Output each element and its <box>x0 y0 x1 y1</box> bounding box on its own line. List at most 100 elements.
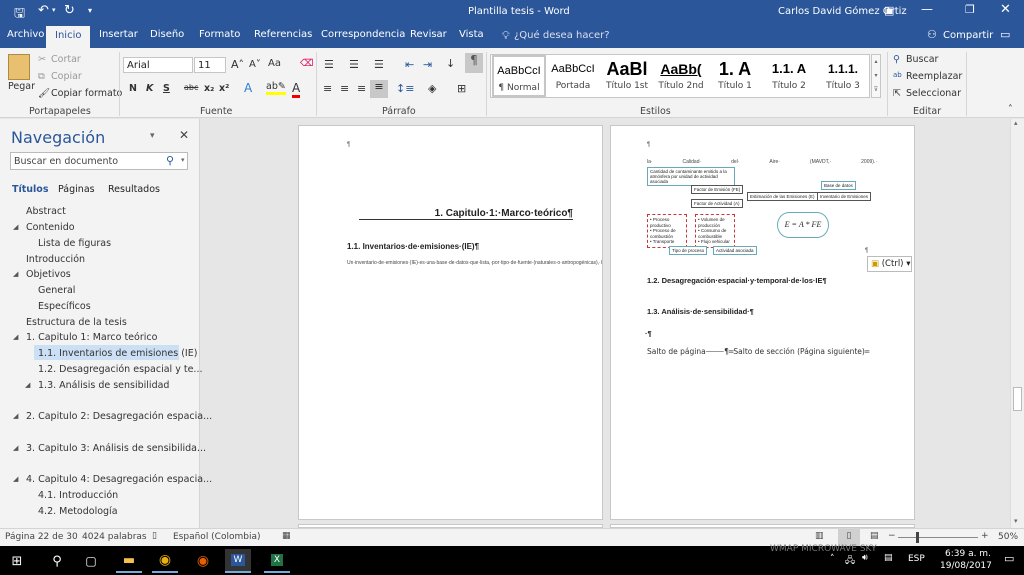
collapse-triangle-icon[interactable]: ◢ <box>13 475 18 483</box>
nav-heading[interactable]: Introducción <box>26 254 85 265</box>
web-layout-icon[interactable]: ▤ <box>870 531 879 541</box>
nav-heading[interactable]: Abstract <box>26 206 66 217</box>
zoom-out-icon[interactable]: − <box>888 531 896 541</box>
body-paragraph[interactable]: Un·inventario·de·emisiones·(IE)·es·una·b… <box>347 260 602 267</box>
nav-heading[interactable]: 3. Capitulo 3: Análisis de sensibilida..… <box>26 443 206 454</box>
nav-heading[interactable]: 1.2. Desagregación espacial y te... <box>38 364 202 375</box>
nav-heading[interactable]: Específicos <box>38 301 91 312</box>
nav-heading[interactable]: 1. Capitulo 1: Marco teórico <box>26 332 157 343</box>
task-view-icon[interactable]: ▢ <box>78 549 104 573</box>
undo-icon[interactable]: ↶ <box>38 3 49 18</box>
zoom-level[interactable]: 50% <box>998 532 1018 542</box>
tab-formato[interactable]: Formato <box>199 29 240 40</box>
align-left-icon[interactable]: ≡ <box>323 82 332 95</box>
tab-diseno[interactable]: Diseño <box>150 29 184 40</box>
bullets-icon[interactable]: ☰ <box>324 58 334 71</box>
language[interactable]: Español (Colombia) <box>173 532 261 542</box>
tab-archivo[interactable]: Archivo <box>7 29 44 40</box>
network-icon[interactable]: 🖧︎ <box>845 553 855 569</box>
vertical-scrollbar[interactable]: ▴ ▾ <box>1010 119 1024 528</box>
collapse-triangle-icon[interactable]: ◢ <box>25 381 30 389</box>
input-language[interactable]: ESP <box>908 554 925 564</box>
shading-icon[interactable]: ◈ <box>428 82 436 95</box>
paste-options-button[interactable]: ▣ (Ctrl) ▾ <box>867 256 912 272</box>
chrome-icon[interactable]: ◉ <box>152 549 178 573</box>
collapse-triangle-icon[interactable]: ◢ <box>13 412 18 420</box>
section-heading[interactable]: 1.2. Desagregación·espacial·y·temporal·d… <box>647 276 827 285</box>
numbering-icon[interactable]: ☰ <box>349 58 359 71</box>
style-normal[interactable]: AaBbCcI ¶ Normal <box>492 55 546 97</box>
clear-formatting-icon[interactable]: ⌫ <box>300 58 313 69</box>
minimize-icon[interactable]: — <box>921 2 933 16</box>
subscript-icon[interactable]: x₂ <box>204 83 214 94</box>
style-portada[interactable]: AaBbCcI Portada <box>546 55 600 97</box>
grow-font-icon[interactable]: A˄ <box>231 58 244 71</box>
document-page[interactable]: ¶ 1. Capitulo·1:·Marco·teórico¶ 1.1. Inv… <box>298 125 603 520</box>
align-right-icon[interactable]: ≡ <box>357 82 366 95</box>
page-count[interactable]: Página 22 de 30 <box>5 532 78 542</box>
tab-vista[interactable]: Vista <box>459 29 484 40</box>
collapse-triangle-icon[interactable]: ◢ <box>13 333 18 341</box>
nav-heading[interactable]: Contenido <box>26 222 75 233</box>
keyboard-icon[interactable]: ▤ <box>884 553 893 563</box>
copy-button[interactable]: Copiar <box>51 71 82 82</box>
line-spacing-icon[interactable]: ↕≡ <box>396 82 414 95</box>
notifications-icon[interactable]: ▭ <box>1004 552 1014 565</box>
change-case-button[interactable]: Aa <box>268 58 281 69</box>
section-heading[interactable]: 1.3. Análisis·de·sensibilidad·¶ <box>647 307 754 316</box>
scroll-down-icon[interactable]: ▾ <box>1014 517 1018 525</box>
justify-button[interactable]: ≡ <box>370 80 388 98</box>
nav-options-icon[interactable]: ▾ <box>150 131 155 141</box>
search-icon[interactable]: ⚲ <box>44 549 70 573</box>
excel-taskbar-icon[interactable]: X <box>264 549 290 573</box>
style-titulo-1st[interactable]: AaBl Título 1st <box>600 55 654 97</box>
nav-heading[interactable]: 4. Capitulo 4: Desagregación espacia... <box>26 474 212 485</box>
word-count[interactable]: 4024 palabras <box>82 532 147 542</box>
find-button[interactable]: Buscar <box>906 54 938 65</box>
text-effects-icon[interactable]: A <box>244 81 252 95</box>
file-explorer-icon[interactable]: ▬ <box>116 549 142 573</box>
font-size-dropdown[interactable]: 11 <box>194 57 226 73</box>
word-taskbar-icon[interactable]: W <box>225 549 251 573</box>
collapse-ribbon-icon[interactable]: ˄ <box>1008 104 1013 115</box>
restore-icon[interactable]: ❐ <box>965 3 975 16</box>
nav-heading[interactable]: Estructura de la tesis <box>26 317 127 328</box>
superscript-icon[interactable]: x² <box>219 83 229 94</box>
nav-heading[interactable]: 4.1. Introducción <box>38 490 118 501</box>
tab-inicio[interactable]: Inicio <box>46 26 91 48</box>
style-titulo-2nd[interactable]: AaBb(Título 2nd <box>654 55 708 97</box>
bold-button[interactable]: N <box>129 83 137 94</box>
undo-dropdown-icon[interactable]: ▾ <box>52 6 56 14</box>
share-button[interactable]: Compartir <box>943 30 993 41</box>
styles-scroll[interactable]: ▴ ▾ ⊽ <box>871 54 881 98</box>
highlight-icon[interactable]: ab✎ <box>266 81 286 95</box>
paste-icon[interactable] <box>8 54 30 80</box>
nav-search-input[interactable]: Buscar en documento ⚲ ▾ <box>10 152 188 170</box>
chapter-heading[interactable]: 1. Capitulo·1:·Marco·teórico¶ <box>359 208 573 220</box>
underline-button[interactable]: S <box>163 83 170 94</box>
clock-time[interactable]: 6:39 a. m. <box>945 549 991 559</box>
nav-heading[interactable]: Lista de figuras <box>38 238 111 249</box>
collapse-triangle-icon[interactable]: ◢ <box>13 444 18 452</box>
replace-button[interactable]: Reemplazar <box>906 71 962 82</box>
nav-heading[interactable]: General <box>38 285 75 296</box>
style-titulo-1[interactable]: 1. A Título 1 <box>708 55 762 97</box>
paste-button[interactable]: Pegar <box>8 81 35 92</box>
tab-correspondencia[interactable]: Correspondencia <box>321 29 405 40</box>
search-dropdown-icon[interactable]: ▾ <box>181 156 185 164</box>
tab-revisar[interactable]: Revisar <box>410 29 447 40</box>
tell-me-input[interactable]: ¿Qué desea hacer? <box>514 30 610 41</box>
shrink-font-icon[interactable]: A˅ <box>249 59 261 70</box>
nav-tab-titulos[interactable]: Títulos <box>12 184 48 195</box>
comments-icon[interactable]: ▭ <box>1000 28 1010 41</box>
clock-date[interactable]: 19/08/2017 <box>940 561 992 571</box>
proofing-icon[interactable]: ▯ <box>152 531 157 541</box>
scrollbar-thumb[interactable] <box>1013 387 1022 411</box>
format-painter-button[interactable]: Copiar formato <box>51 88 122 99</box>
document-page[interactable]: ¶ la· Calidad· del· Aire· (MAVDT,· 2009).· Ca… <box>610 125 915 520</box>
nav-heading-selected[interactable]: 1.1. Inventarios de emisiones (IE) <box>38 348 197 359</box>
multilevel-list-icon[interactable]: ☰ <box>374 58 384 71</box>
nav-tab-resultados[interactable]: Resultados <box>108 184 160 195</box>
decrease-indent-icon[interactable]: ⇤ <box>405 58 414 71</box>
select-button[interactable]: Seleccionar <box>906 88 961 99</box>
